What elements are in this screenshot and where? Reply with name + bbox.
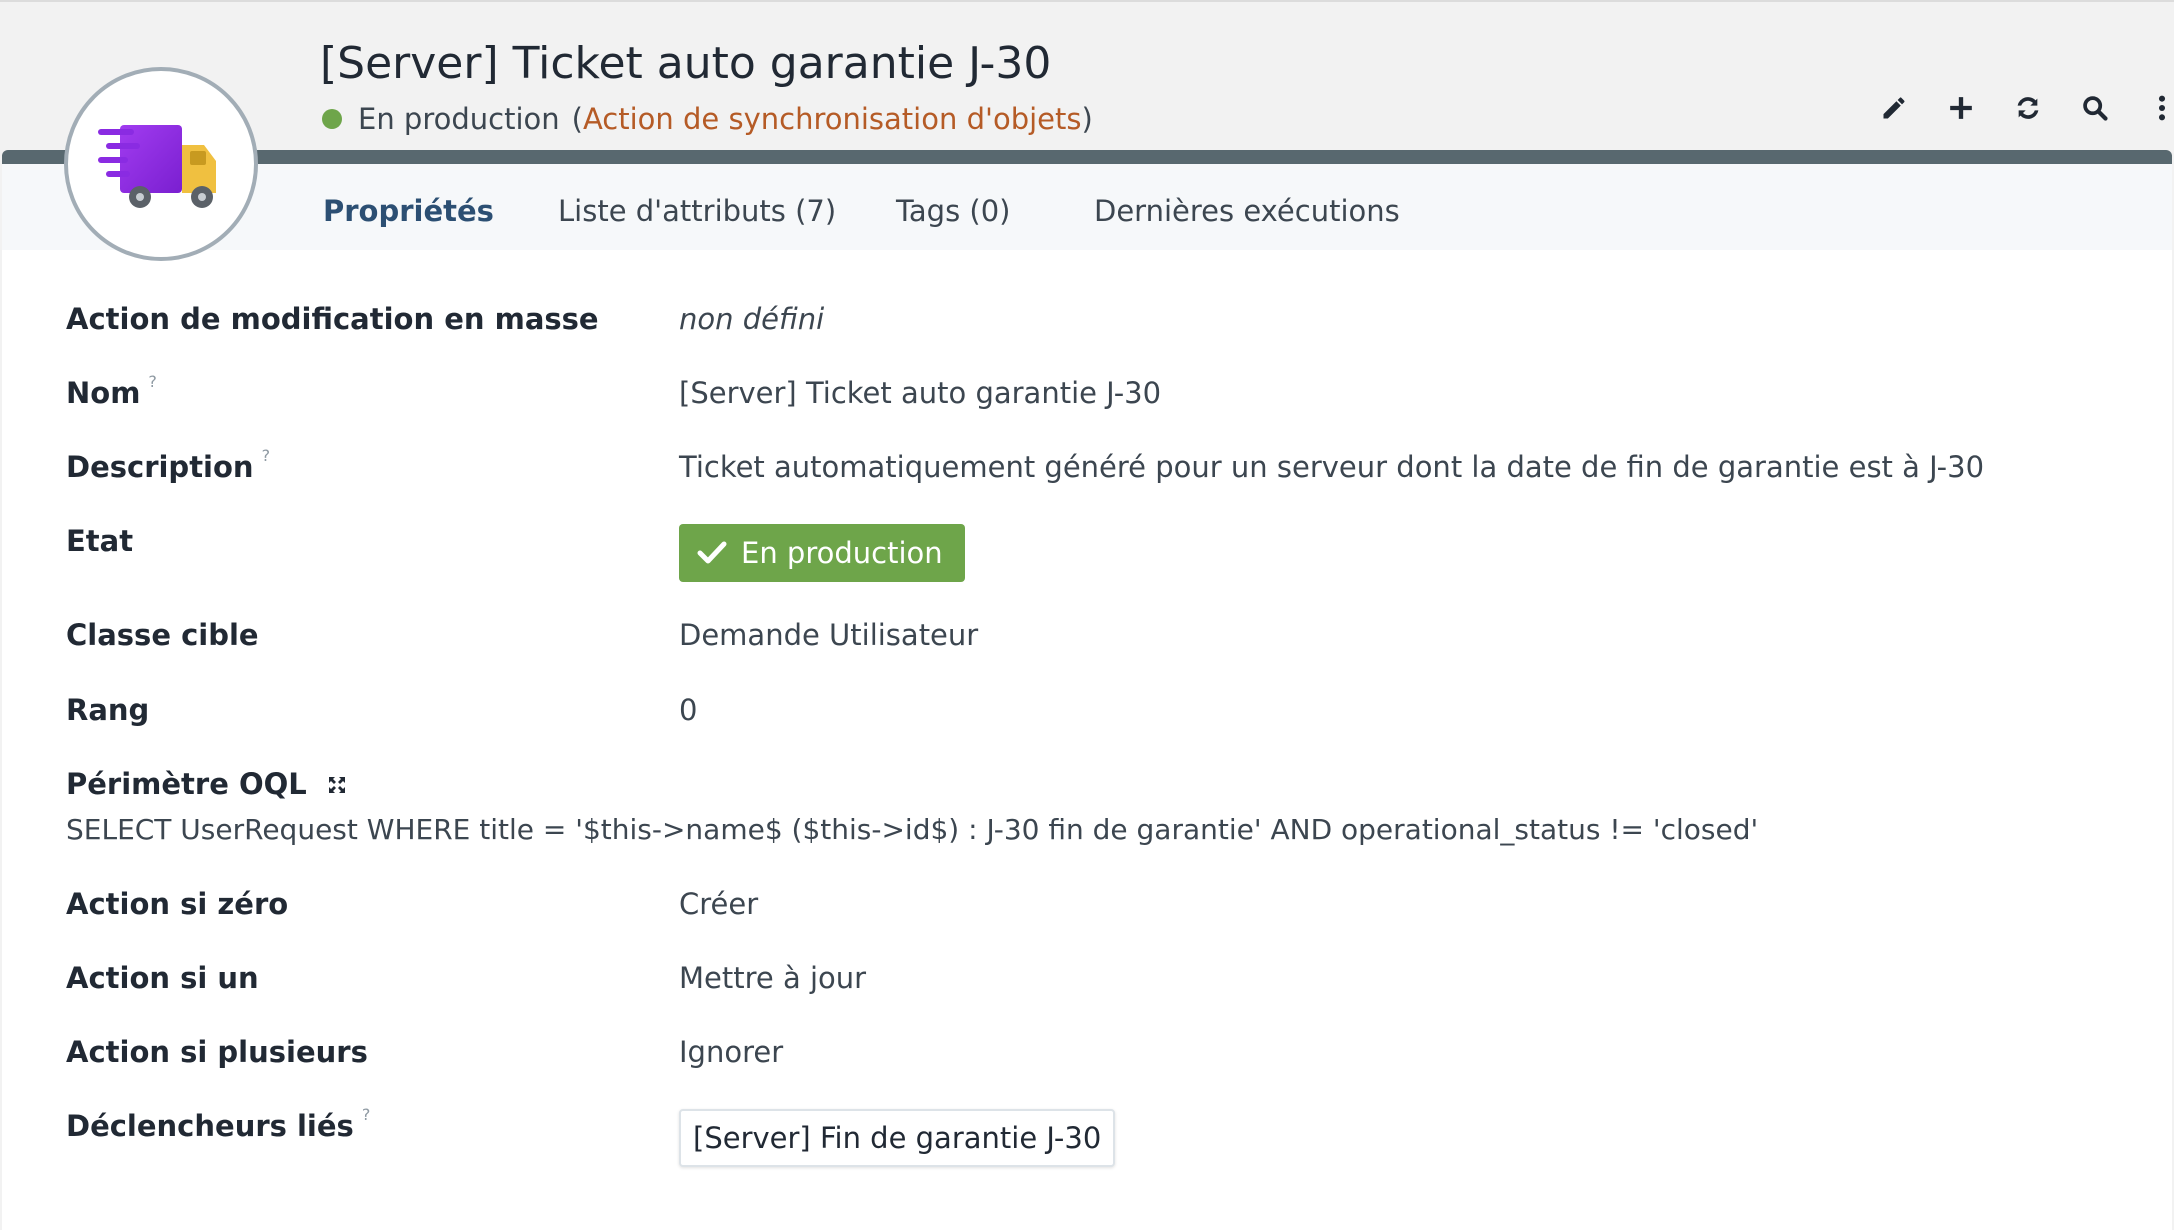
linked-trigger-chip[interactable]: [Server] Fin de garantie J-30 [679, 1109, 1116, 1167]
property-label: Classe cible [66, 618, 259, 652]
property-value: Ignorer [679, 1035, 784, 1069]
property-label: Périmètre OQL [66, 767, 347, 801]
delivery-truck-icon [98, 125, 216, 208]
tab-properties[interactable]: Propriétés [323, 194, 494, 228]
status-badge-label: En production [741, 536, 943, 570]
page: [Server] Ticket auto garantie J-30 En pr… [0, 0, 2174, 1230]
page-title: [Server] Ticket auto garantie J-30 [320, 38, 1052, 89]
property-label: Déclencheurs liés? [66, 1105, 370, 1143]
label-text: Déclencheurs liés [66, 1109, 354, 1143]
expand-icon[interactable] [327, 775, 347, 795]
property-value: 0 [679, 693, 698, 727]
property-label: Action si zéro [66, 887, 289, 921]
help-icon[interactable]: ? [148, 372, 157, 391]
property-value: Créer [679, 887, 759, 921]
open-paren: ( [571, 102, 583, 136]
new-button[interactable] [1927, 90, 1994, 126]
refresh-icon [2017, 97, 2038, 119]
pencil-icon [1883, 97, 1905, 119]
property-label: Action si plusieurs [66, 1035, 368, 1069]
property-value: [Server] Ticket auto garantie J-30 [679, 376, 1162, 410]
status-line: En production ( Action de synchronisatio… [320, 102, 1093, 136]
property-label: Description? [66, 446, 270, 484]
property-label: Nom? [66, 372, 157, 410]
property-label: Action si un [66, 961, 259, 995]
search-icon [2082, 96, 2108, 121]
search-button[interactable] [2061, 90, 2128, 126]
more-vertical-icon [2158, 95, 2165, 121]
status-dot [322, 109, 342, 129]
label-text: Description [66, 450, 254, 484]
tab-attributes[interactable]: Liste d'attributs (7) [558, 194, 836, 228]
more-button[interactable] [2128, 90, 2174, 126]
tab-bar: Propriétés Liste d'attributs (7) Tags (0… [2, 164, 2172, 250]
label-text: Nom [66, 376, 141, 410]
label-text: Périmètre OQL [66, 767, 307, 801]
tab-tags[interactable]: Tags (0) [896, 194, 1011, 228]
oql-query: SELECT UserRequest WHERE title = '$this-… [66, 813, 1759, 846]
tab-last-executions[interactable]: Dernières exécutions [1094, 194, 1400, 228]
help-icon[interactable]: ? [362, 1105, 371, 1124]
check-icon [697, 541, 727, 564]
status-text: En production [358, 102, 560, 136]
toolbar [1860, 90, 2174, 126]
property-label: Rang [66, 693, 150, 727]
property-label: Etat [66, 524, 134, 558]
property-value: Mettre à jour [679, 961, 867, 995]
help-icon[interactable]: ? [262, 446, 271, 465]
property-value: Ticket automatiquement généré pour un se… [679, 450, 1985, 484]
property-value: Demande Utilisateur [679, 618, 979, 652]
object-avatar [64, 67, 258, 261]
plus-icon [1949, 97, 1972, 119]
property-label: Action de modification en masse [66, 302, 599, 336]
close-paren: ) [1081, 102, 1093, 136]
refresh-button[interactable] [1994, 90, 2061, 126]
property-value: non défini [679, 302, 825, 336]
object-class-link[interactable]: Action de synchronisation d'objets [583, 102, 1082, 136]
edit-button[interactable] [1860, 90, 1927, 126]
status-badge: En production [679, 524, 965, 582]
